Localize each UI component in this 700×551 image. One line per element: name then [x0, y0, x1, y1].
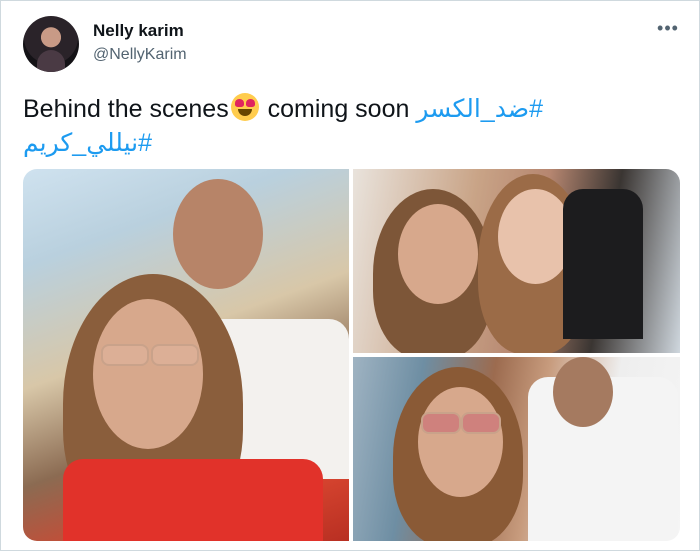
tweet-text-part2: coming soon: [260, 95, 417, 123]
tweet-text-part1: Behind the scenes: [23, 95, 229, 123]
hashtag-link-2[interactable]: #نيللي_كريم: [23, 127, 152, 159]
tweet-card[interactable]: Nelly karim @NellyKarim ••• Behind the s…: [0, 0, 700, 551]
media-grid: [23, 169, 680, 541]
photo-3[interactable]: [353, 357, 680, 541]
avatar[interactable]: [23, 16, 79, 72]
hashtag-link-1[interactable]: #ضد_الكسر: [416, 95, 543, 123]
author-display-name[interactable]: Nelly karim: [93, 21, 184, 41]
heart-eyes-icon: [230, 93, 259, 121]
more-options-icon[interactable]: •••: [655, 19, 681, 39]
photo-2[interactable]: [353, 169, 680, 353]
author-handle[interactable]: @NellyKarim: [93, 46, 187, 64]
tweet-text: Behind the scenes coming soon #ضد_الكسر: [23, 93, 683, 125]
photo-1[interactable]: [23, 169, 349, 541]
